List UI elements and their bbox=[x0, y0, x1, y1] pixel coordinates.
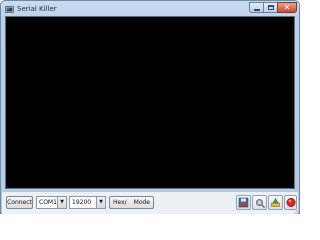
settings-icon bbox=[255, 198, 265, 208]
connect-label: Connect bbox=[7, 199, 32, 206]
mode-prefix-label: Hex/ bbox=[113, 199, 127, 206]
port-value: COM1 bbox=[39, 199, 57, 206]
baud-value: 19200 bbox=[72, 199, 92, 206]
save-button[interactable] bbox=[236, 195, 251, 210]
stop-icon bbox=[286, 198, 296, 207]
settings-button[interactable] bbox=[252, 195, 267, 210]
window-title: Serial Killer bbox=[17, 5, 57, 13]
port-select[interactable]: COM1 ▼ bbox=[36, 196, 67, 209]
connect-button[interactable]: Connect bbox=[6, 196, 33, 209]
terminal-output[interactable] bbox=[5, 16, 295, 189]
minimize-icon bbox=[253, 8, 260, 11]
hex-mode-toggle[interactable]: Hex/ Mode bbox=[109, 196, 154, 209]
save-icon bbox=[238, 197, 249, 208]
bottom-toolbar: Connect COM1 ▼ 19200 ▼ Hex/ Mode bbox=[2, 191, 298, 214]
maximize-icon bbox=[267, 5, 274, 10]
close-icon: ✕ bbox=[283, 2, 291, 12]
serial-killer-app-icon bbox=[5, 6, 14, 13]
clear-button[interactable] bbox=[268, 195, 283, 210]
maximize-button[interactable] bbox=[263, 2, 278, 13]
close-button[interactable]: ✕ bbox=[277, 2, 297, 13]
minimize-button[interactable] bbox=[249, 2, 264, 13]
clear-icon bbox=[271, 197, 280, 207]
chevron-down-icon[interactable]: ▼ bbox=[57, 197, 66, 208]
resize-grip-icon[interactable] bbox=[292, 208, 298, 214]
chevron-down-icon[interactable]: ▼ bbox=[96, 197, 105, 208]
app-window: Serial Killer ✕ Connect COM1 ▼ 19200 ▼ H… bbox=[0, 0, 300, 214]
baud-rate-select[interactable]: 19200 ▼ bbox=[69, 196, 106, 209]
mode-label: Mode bbox=[133, 199, 150, 206]
